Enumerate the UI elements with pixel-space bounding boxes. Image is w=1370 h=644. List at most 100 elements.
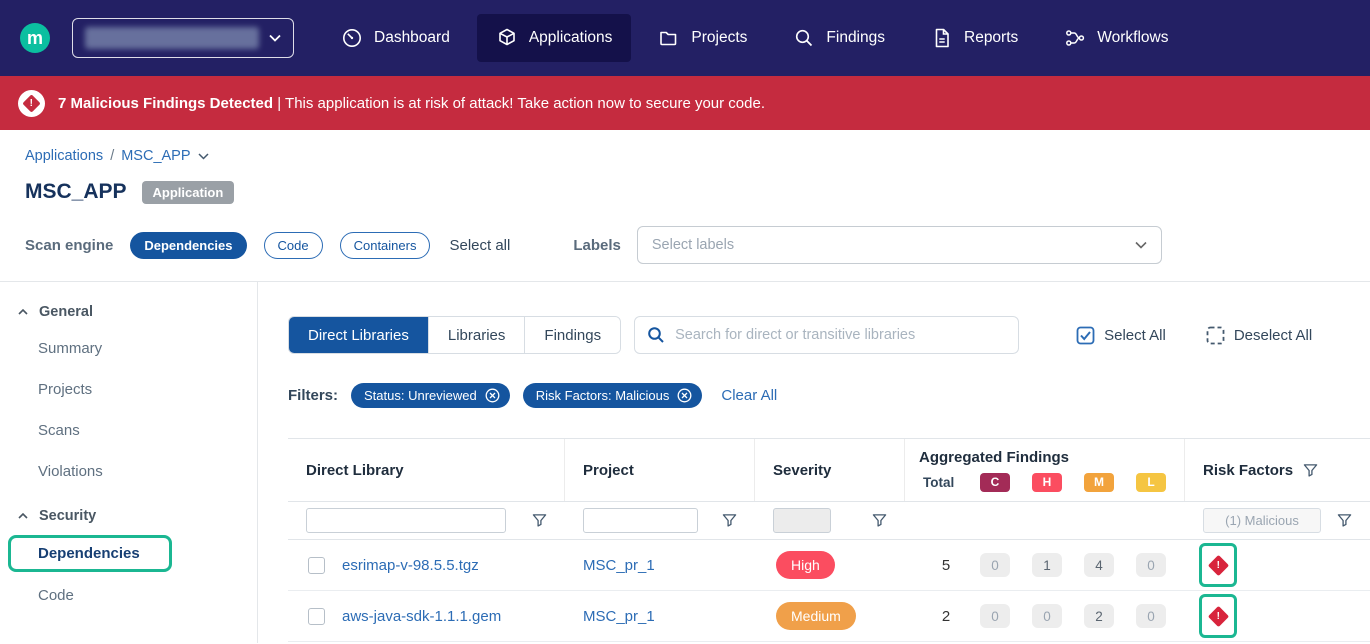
nav-label: Projects bbox=[691, 29, 747, 47]
labels-label: Labels bbox=[573, 237, 621, 254]
sidebar-item-violations[interactable]: Violations bbox=[0, 451, 257, 492]
library-search-input[interactable] bbox=[675, 327, 1006, 343]
sidebar-item-projects[interactable]: Projects bbox=[0, 369, 257, 410]
severity-filter-icon[interactable] bbox=[872, 513, 887, 528]
chevron-down-icon[interactable] bbox=[198, 153, 209, 160]
malicious-risk-icon[interactable]: ! bbox=[1207, 554, 1228, 575]
sidebar-item-code[interactable]: Code bbox=[0, 575, 257, 616]
risk-factors-filter-icon[interactable] bbox=[1303, 463, 1318, 478]
medium-count: 2 bbox=[1084, 604, 1114, 628]
nav-item-dashboard[interactable]: Dashboard bbox=[322, 14, 469, 62]
filters-label: Filters: bbox=[288, 387, 338, 404]
filter-chip-status-unreviewed[interactable]: Status: Unreviewed bbox=[351, 383, 510, 408]
labels-select-input[interactable] bbox=[652, 237, 1127, 253]
page-title: MSC_APP bbox=[25, 180, 127, 204]
alert-title: 7 Malicious Findings Detected bbox=[58, 95, 273, 112]
sidebar-section-general[interactable]: General bbox=[0, 296, 257, 328]
table-filter-row: (1) Malicious bbox=[288, 502, 1370, 540]
nav-item-findings[interactable]: Findings bbox=[774, 14, 904, 62]
severity-badge: Medium bbox=[776, 602, 856, 630]
checkbox-dashed-icon bbox=[1206, 326, 1225, 345]
high-count: 0 bbox=[1032, 604, 1062, 628]
risk-factors-filter-icon[interactable] bbox=[1337, 513, 1352, 528]
nav-label: Findings bbox=[826, 29, 885, 47]
sidebar-item-dependencies[interactable]: Dependencies bbox=[8, 535, 172, 572]
remove-filter-icon[interactable] bbox=[677, 388, 692, 403]
sidebar-item-scans[interactable]: Scans bbox=[0, 410, 257, 451]
labels-select[interactable] bbox=[637, 226, 1162, 264]
checkbox-checked-icon bbox=[1076, 326, 1095, 345]
high-count: 1 bbox=[1032, 553, 1062, 577]
tab-libraries[interactable]: Libraries bbox=[429, 317, 526, 353]
application-type-badge: Application bbox=[142, 181, 235, 204]
project-filter-icon[interactable] bbox=[722, 513, 737, 528]
alert-separator: | bbox=[277, 95, 281, 112]
nav-label: Applications bbox=[529, 29, 613, 47]
projects-icon bbox=[658, 27, 680, 49]
workflows-icon bbox=[1064, 27, 1086, 49]
scan-engine-label: Scan engine bbox=[25, 237, 113, 254]
table-header-row: Direct Library Project Severity Aggregat… bbox=[288, 439, 1370, 502]
annotation-highlight-box: ! bbox=[1199, 543, 1237, 587]
chevron-up-icon bbox=[18, 513, 28, 519]
column-header-risk-factors: Risk Factors bbox=[1185, 439, 1370, 501]
applications-icon bbox=[496, 27, 518, 49]
chevron-up-icon bbox=[18, 309, 28, 315]
mend-logo: m bbox=[20, 23, 50, 53]
project-link[interactable]: MSC_pr_1 bbox=[583, 557, 655, 574]
scan-engine-select-all-link[interactable]: Select all bbox=[449, 237, 510, 254]
column-header-project: Project bbox=[565, 439, 755, 501]
remove-filter-icon[interactable] bbox=[485, 388, 500, 403]
row-checkbox[interactable] bbox=[308, 608, 325, 625]
project-filter-input[interactable] bbox=[583, 508, 698, 533]
org-name-redacted bbox=[85, 27, 259, 49]
library-link[interactable]: aws-java-sdk-1.1.1.gem bbox=[342, 608, 501, 625]
nav-item-projects[interactable]: Projects bbox=[639, 14, 766, 62]
critical-count: 0 bbox=[980, 604, 1010, 628]
risk-factors-filter-value[interactable]: (1) Malicious bbox=[1203, 508, 1321, 533]
scan-engine-pill-code[interactable]: Code bbox=[264, 232, 323, 259]
page-header: Applications / MSC_APP MSC_APP Applicati… bbox=[0, 130, 1370, 281]
low-count: 0 bbox=[1136, 553, 1166, 577]
column-header-severity: Severity bbox=[755, 439, 905, 501]
column-header-direct-library: Direct Library bbox=[288, 439, 565, 501]
high-badge: H bbox=[1032, 473, 1062, 492]
select-all-button[interactable]: Select All bbox=[1076, 326, 1166, 345]
sidebar-section-security[interactable]: Security bbox=[0, 500, 257, 532]
nav-label: Workflows bbox=[1097, 29, 1168, 47]
direct-library-filter-input[interactable] bbox=[306, 508, 506, 533]
malicious-risk-icon[interactable]: ! bbox=[1207, 605, 1228, 626]
nav-item-applications[interactable]: Applications bbox=[477, 14, 632, 62]
top-navbar: m Dashboard Applications Pro bbox=[0, 0, 1370, 76]
nav-item-reports[interactable]: Reports bbox=[912, 14, 1037, 62]
breadcrumb-current[interactable]: MSC_APP bbox=[121, 148, 190, 164]
row-checkbox[interactable] bbox=[308, 557, 325, 574]
nav-item-workflows[interactable]: Workflows bbox=[1045, 14, 1187, 62]
deselect-all-button[interactable]: Deselect All bbox=[1206, 326, 1312, 345]
library-search[interactable] bbox=[634, 316, 1019, 354]
chip-label: Risk Factors: Malicious bbox=[536, 388, 670, 403]
direct-library-filter-icon[interactable] bbox=[532, 513, 547, 528]
total-findings-count: 5 bbox=[923, 557, 969, 574]
scan-engine-pill-dependencies[interactable]: Dependencies bbox=[130, 232, 246, 259]
project-link[interactable]: MSC_pr_1 bbox=[583, 608, 655, 625]
filter-chip-risk-malicious[interactable]: Risk Factors: Malicious bbox=[523, 383, 703, 408]
dashboard-icon bbox=[341, 27, 363, 49]
clear-all-filters-link[interactable]: Clear All bbox=[721, 387, 777, 404]
critical-badge: C bbox=[980, 473, 1010, 492]
scan-engine-pill-containers[interactable]: Containers bbox=[340, 232, 431, 259]
library-link[interactable]: esrimap-v-98.5.5.tgz bbox=[342, 557, 479, 574]
org-selector-dropdown[interactable] bbox=[72, 18, 294, 58]
library-tabs: Direct Libraries Libraries Findings bbox=[288, 316, 621, 354]
risk-factors-title: Risk Factors bbox=[1203, 462, 1293, 479]
sidebar-item-summary[interactable]: Summary bbox=[0, 328, 257, 369]
tab-direct-libraries[interactable]: Direct Libraries bbox=[289, 317, 429, 353]
reports-icon bbox=[931, 27, 953, 49]
breadcrumb-applications-link[interactable]: Applications bbox=[25, 148, 103, 164]
chevron-down-icon bbox=[269, 34, 281, 42]
aggregated-findings-title: Aggregated Findings bbox=[919, 449, 1184, 466]
low-count: 0 bbox=[1136, 604, 1166, 628]
tab-findings[interactable]: Findings bbox=[525, 317, 620, 353]
table-row: esrimap-v-98.5.5.tgz MSC_pr_1 High 5 0 1… bbox=[288, 540, 1370, 591]
column-header-aggregated-findings: Aggregated Findings Total C H M L bbox=[905, 439, 1185, 501]
